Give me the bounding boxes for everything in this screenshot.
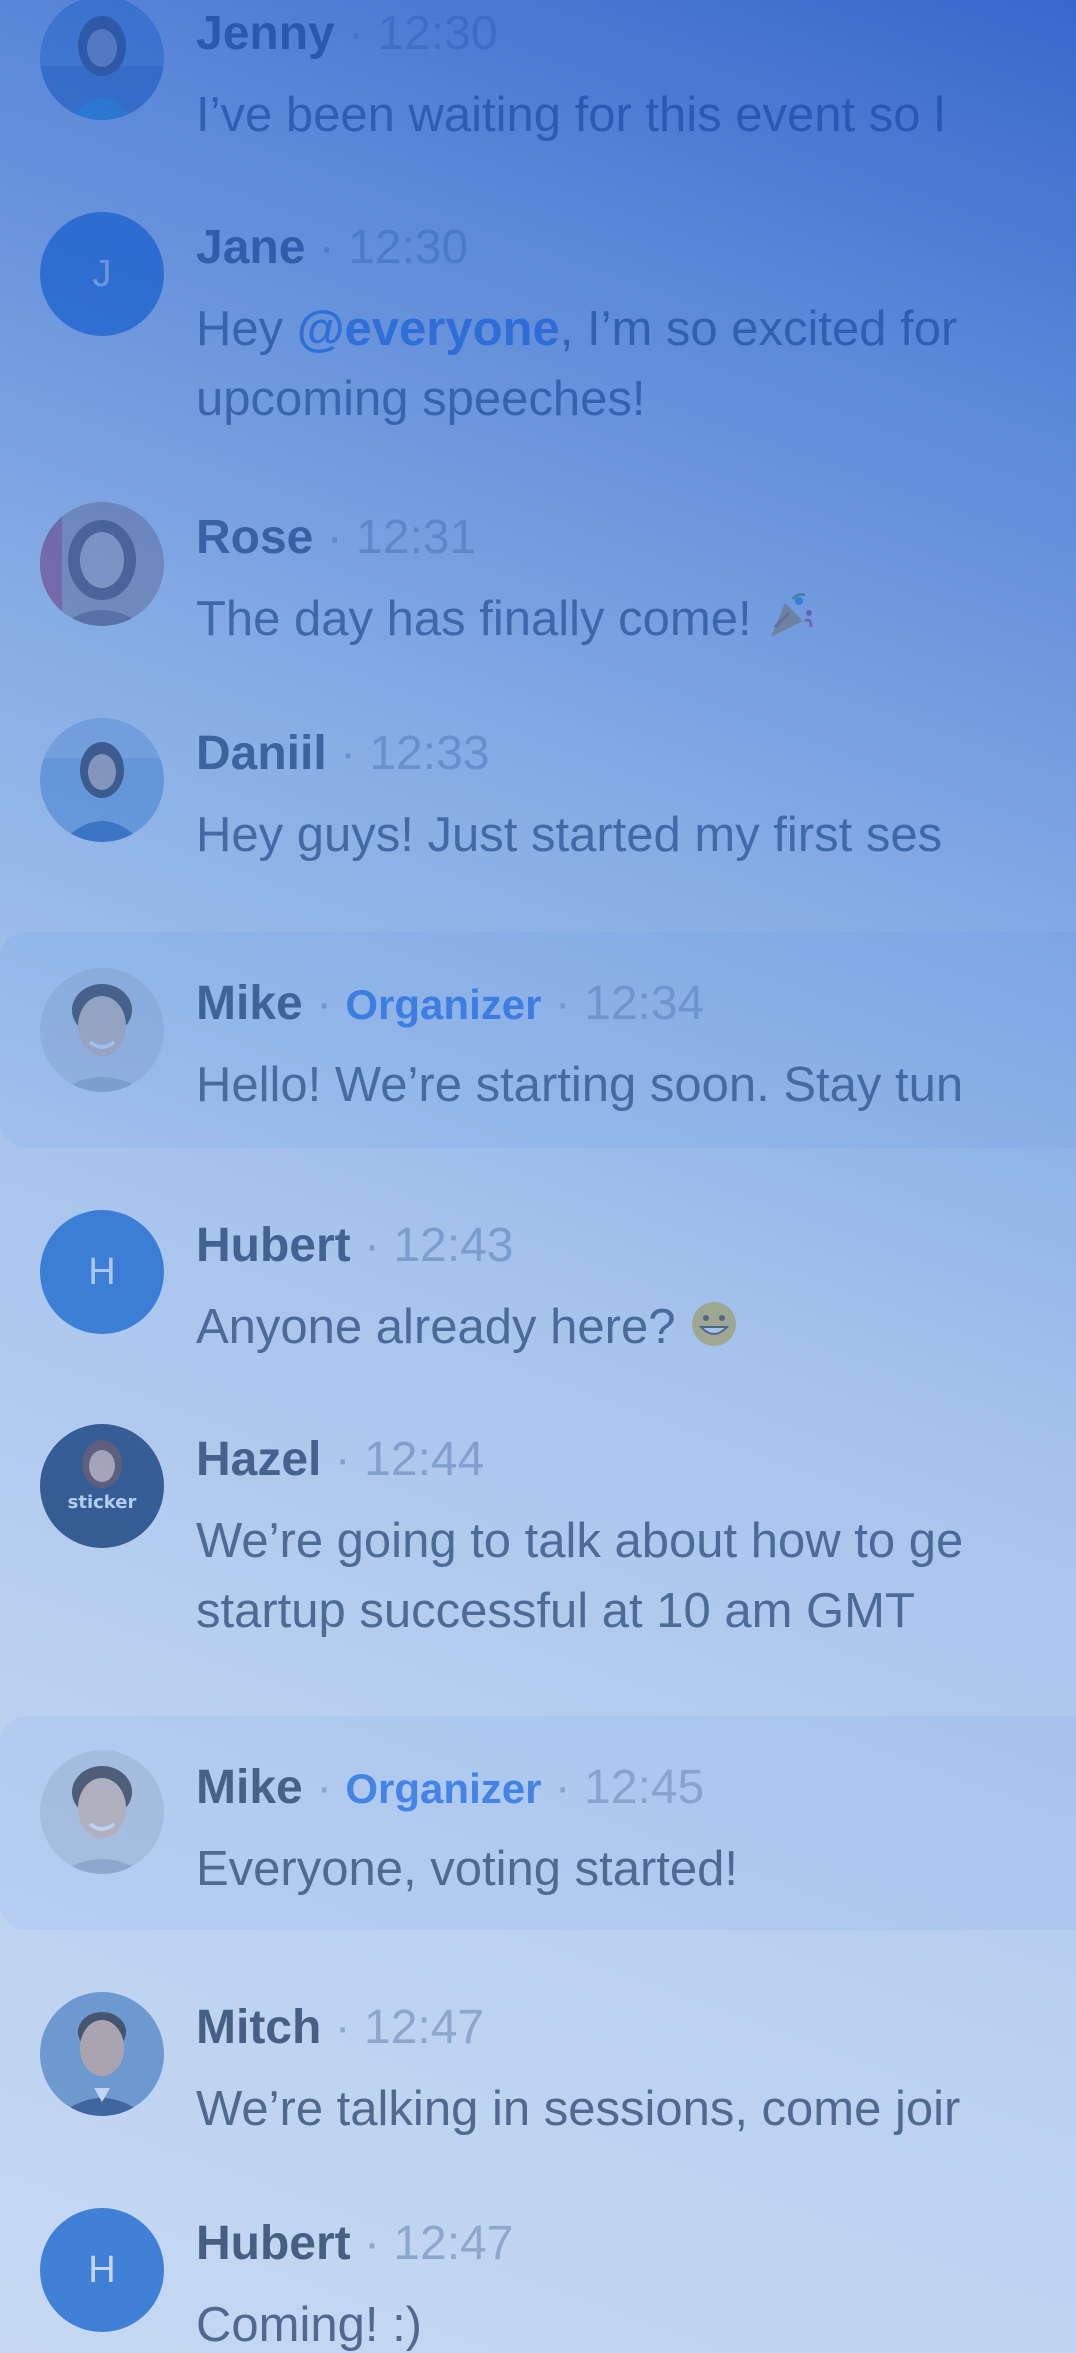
user-avatar-photo[interactable] — [40, 718, 164, 842]
chat-message: sticker Hazel · 12:44 We’re going to tal… — [0, 1404, 1076, 1694]
message-time: 12:31 — [356, 511, 477, 564]
meta-separator: · — [318, 221, 335, 274]
message-text: The day has finally come! — [196, 584, 1076, 660]
message-text-line1: We’re going to talk about how to ge — [196, 1514, 964, 1568]
message-text-line2: startup successful at 10 am GMT — [196, 1584, 915, 1638]
party-popper-icon — [765, 590, 815, 660]
message-meta: Hubert · 12:43 — [196, 1218, 513, 1274]
message-text-part: The day has finally come! — [196, 592, 766, 646]
message-meta: Mike · Organizer · 12:34 — [196, 976, 704, 1033]
meta-separator: · — [326, 511, 343, 564]
meta-separator: · — [334, 1433, 351, 1486]
message-meta: Mitch · 12:47 — [196, 2000, 484, 2056]
chat-message: Daniil · 12:33 Hey guys! Just started my… — [0, 710, 1076, 930]
meta-separator: · — [316, 977, 333, 1030]
author-name[interactable]: Daniil — [196, 727, 327, 780]
avatar-initial: J — [92, 252, 112, 295]
message-meta: Rose · 12:31 — [196, 510, 476, 566]
message-text-part: , I’m so excited for — [559, 302, 958, 356]
user-avatar-initial[interactable]: J — [40, 212, 164, 336]
message-time: 12:30 — [348, 221, 469, 274]
message-time: 12:44 — [364, 1433, 485, 1486]
message-text: Hey guys! Just started my first ses — [196, 808, 943, 862]
avatar-initial: H — [88, 2248, 116, 2291]
chat-message: Mitch · 12:47 We’re talking in sessions,… — [0, 1976, 1076, 2176]
mention-link[interactable]: @everyone — [297, 302, 560, 356]
author-name[interactable]: Jenny — [196, 7, 335, 60]
avatar-logo-text: sticker — [68, 1492, 137, 1513]
chat-message: Jenny · 12:30 I’ve been waiting for this… — [0, 0, 1076, 160]
message-time: 12:43 — [393, 1219, 514, 1272]
chat-message: Rose · 12:31 The day has finally come! — [0, 490, 1076, 690]
author-name[interactable]: Mike — [196, 1761, 303, 1814]
chat-message-organizer: Mike · Organizer · 12:34 Hello! We’re st… — [0, 932, 1076, 1148]
message-text: Everyone, voting started! — [196, 1842, 739, 1896]
organizer-role-badge: Organizer — [345, 981, 542, 1028]
meta-separator: · — [554, 1761, 571, 1814]
user-avatar-photo[interactable]: sticker — [40, 1424, 164, 1548]
author-name[interactable]: Hazel — [196, 1433, 321, 1486]
user-avatar-photo[interactable] — [40, 1750, 164, 1874]
message-text: Hey @everyone, I’m so excited for upcomi… — [196, 294, 1076, 434]
message-text: We’re going to talk about how to ge star… — [196, 1506, 1076, 1646]
user-avatar-photo[interactable] — [40, 0, 164, 120]
meta-separator: · — [364, 2217, 380, 2270]
meta-separator: · — [364, 1219, 380, 1272]
message-text-part: Hey — [196, 302, 297, 356]
message-meta: Mike · Organizer · 12:45 — [196, 1760, 704, 1817]
message-text-line2: upcoming speeches! — [196, 372, 646, 426]
message-meta: Jenny · 12:30 — [196, 6, 498, 62]
user-avatar-photo[interactable] — [40, 968, 164, 1092]
message-text: Anyone already here? — [196, 1292, 1076, 1368]
message-meta: Daniil · 12:33 — [196, 726, 489, 782]
meta-separator: · — [334, 2001, 351, 2054]
user-avatar-photo[interactable] — [40, 502, 164, 626]
author-name[interactable]: Mike — [196, 977, 303, 1030]
chat-message: H Hubert · 12:43 Anyone already here? — [0, 1190, 1076, 1390]
meta-separator: · — [554, 977, 571, 1030]
avatar-initial: H — [88, 1250, 116, 1293]
message-time: 12:47 — [364, 2001, 485, 2054]
user-avatar-initial[interactable]: H — [40, 1210, 164, 1334]
user-avatar-initial[interactable]: H — [40, 2208, 164, 2332]
chat-message-organizer: Mike · Organizer · 12:45 Everyone, votin… — [0, 1716, 1076, 1930]
message-text: We’re talking in sessions, come joir — [196, 2082, 961, 2136]
chat-message: J Jane · 12:30 Hey @everyone, I’m so exc… — [0, 200, 1076, 470]
message-text: Coming! :) — [196, 2298, 423, 2352]
author-name[interactable]: Hubert — [196, 2217, 351, 2270]
organizer-role-badge: Organizer — [345, 1765, 542, 1812]
message-time: 12:33 — [369, 727, 490, 780]
author-name[interactable]: Mitch — [196, 2001, 321, 2054]
message-time: 12:45 — [584, 1761, 705, 1814]
chat-message-list[interactable]: Jenny · 12:30 I’ve been waiting for this… — [0, 0, 1076, 2353]
message-text: Hello! We’re starting soon. Stay tun — [196, 1058, 964, 1112]
message-meta: Hazel · 12:44 — [196, 1432, 484, 1488]
message-meta: Hubert · 12:47 — [196, 2216, 513, 2272]
user-avatar-photo[interactable] — [40, 1992, 164, 2116]
meta-separator: · — [340, 727, 357, 780]
meta-separator: · — [348, 7, 365, 60]
message-time: 12:34 — [584, 977, 705, 1030]
message-time: 12:47 — [393, 2217, 514, 2270]
author-name[interactable]: Jane — [196, 221, 305, 274]
message-text-part: Anyone already here? — [196, 1300, 690, 1354]
message-time: 12:30 — [377, 7, 498, 60]
author-name[interactable]: Rose — [196, 511, 313, 564]
chat-message: H Hubert · 12:47 Coming! :) — [0, 2180, 1076, 2353]
grinning-face-icon — [689, 1298, 739, 1368]
meta-separator: · — [316, 1761, 333, 1814]
message-meta: Jane · 12:30 — [196, 220, 468, 276]
author-name[interactable]: Hubert — [196, 1219, 351, 1272]
message-text: I’ve been waiting for this event so l — [196, 88, 946, 142]
